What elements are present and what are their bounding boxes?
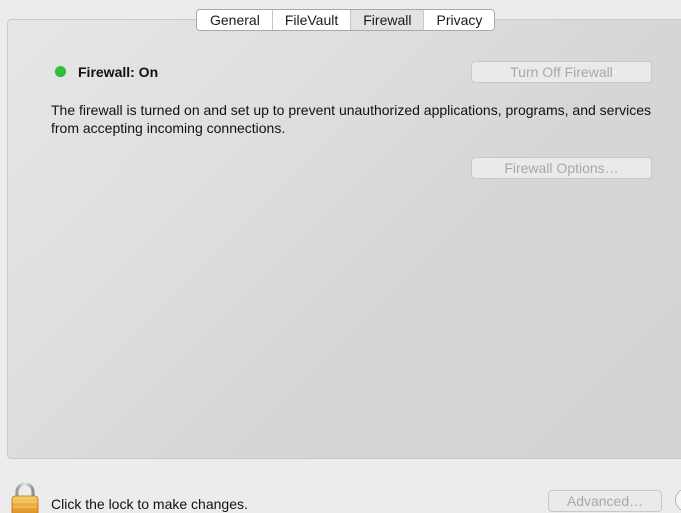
tab-general[interactable]: General: [197, 10, 273, 30]
security-privacy-window: General FileVault Firewall Privacy Firew…: [0, 0, 681, 513]
lock-instruction-label: Click the lock to make changes.: [51, 496, 248, 512]
advanced-button[interactable]: Advanced…: [548, 490, 662, 512]
turn-off-firewall-button[interactable]: Turn Off Firewall: [471, 61, 652, 83]
tab-bar: General FileVault Firewall Privacy: [196, 9, 496, 31]
tab-filevault[interactable]: FileVault: [272, 10, 352, 30]
firewall-options-button[interactable]: Firewall Options…: [471, 157, 652, 179]
firewall-status-label: Firewall: On: [78, 64, 159, 80]
tab-firewall[interactable]: Firewall: [351, 10, 425, 30]
lock-icon[interactable]: [11, 482, 39, 513]
tab-privacy[interactable]: Privacy: [424, 10, 495, 30]
firewall-panel: [7, 19, 681, 459]
firewall-description: The firewall is turned on and set up to …: [51, 102, 652, 136]
help-icon[interactable]: [675, 488, 681, 512]
status-dot-icon: [55, 66, 66, 77]
